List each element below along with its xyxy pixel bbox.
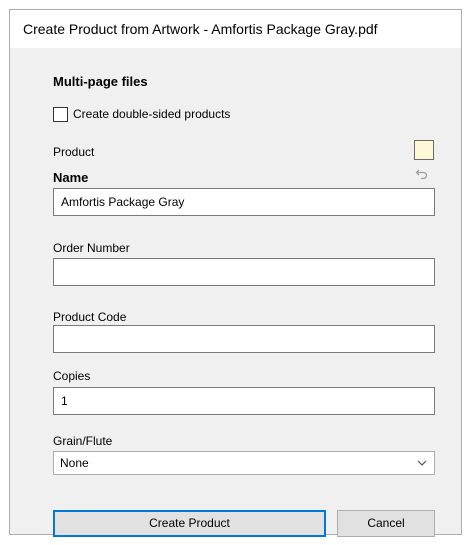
dialog-content: Multi-page files Create double-sided pro… xyxy=(10,48,461,537)
grain-flute-selected-value: None xyxy=(60,456,89,470)
copies-input[interactable]: 1 xyxy=(53,387,435,415)
title-bar: Create Product from Artwork - Amfortis P… xyxy=(10,10,461,48)
grain-flute-select[interactable]: None xyxy=(53,451,435,475)
undo-icon[interactable] xyxy=(415,167,429,181)
double-sided-checkbox-row[interactable]: Create double-sided products xyxy=(53,105,230,123)
name-label: Name xyxy=(53,170,89,185)
chevron-down-icon xyxy=(417,460,427,466)
order-number-label: Order Number xyxy=(53,241,130,255)
product-code-input[interactable] xyxy=(53,325,435,353)
name-input[interactable]: Amfortis Package Gray xyxy=(53,188,435,216)
window-title: Create Product from Artwork - Amfortis P… xyxy=(23,21,378,37)
product-label: Product xyxy=(53,145,95,159)
dialog-window: Create Product from Artwork - Amfortis P… xyxy=(9,9,462,537)
cancel-button[interactable]: Cancel xyxy=(337,510,435,537)
double-sided-checkbox[interactable] xyxy=(53,106,68,122)
create-product-button[interactable]: Create Product xyxy=(53,510,326,537)
copies-label: Copies xyxy=(53,369,91,383)
grain-flute-label: Grain/Flute xyxy=(53,434,113,448)
multipage-section-title: Multi-page files xyxy=(53,74,148,89)
product-code-label: Product Code xyxy=(53,310,127,324)
order-number-input[interactable] xyxy=(53,258,435,286)
product-color-swatch[interactable] xyxy=(414,140,434,160)
double-sided-label: Create double-sided products xyxy=(73,107,231,121)
